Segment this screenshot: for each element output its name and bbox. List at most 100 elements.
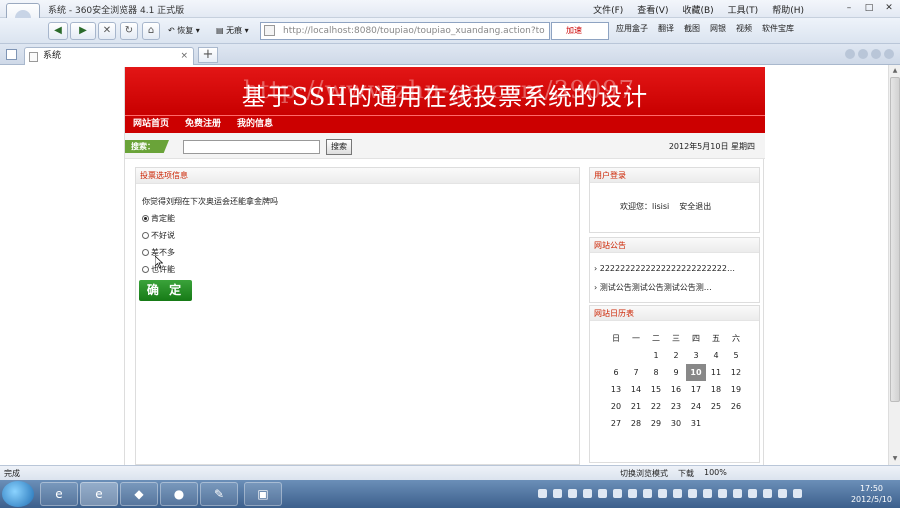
tray-icon[interactable]	[718, 489, 727, 498]
calendar-day-today[interactable]: 10	[686, 364, 706, 381]
scroll-up-icon[interactable]: ▲	[890, 66, 900, 76]
poll-option[interactable]: 肯定能	[142, 213, 175, 224]
tray-icon[interactable]	[763, 489, 772, 498]
notice-item[interactable]: › 测试公告测试公告测试公告测…	[594, 282, 712, 293]
360-browser-icon[interactable]: e	[80, 482, 118, 506]
calendar-day[interactable]: 4	[706, 347, 726, 364]
editor-icon[interactable]: ✎	[200, 482, 238, 506]
calendar-day[interactable]: 31	[686, 415, 706, 432]
nav-home[interactable]: 网站首页	[133, 116, 169, 133]
tray-icon[interactable]	[598, 489, 607, 498]
menu-favorites[interactable]: 收藏(B)	[682, 3, 713, 16]
stop-button[interactable]: ✕	[98, 22, 116, 40]
calendar-day[interactable]: 8	[646, 364, 666, 381]
radio-button[interactable]	[142, 266, 149, 273]
calendar-day[interactable]: 17	[686, 381, 706, 398]
tab-nav-icon[interactable]	[845, 49, 855, 59]
tray-icon[interactable]	[688, 489, 697, 498]
paint-icon[interactable]: ◆	[120, 482, 158, 506]
calendar-day[interactable]: 21	[626, 398, 646, 415]
calendar-day[interactable]: 11	[706, 364, 726, 381]
radio-button[interactable]	[142, 249, 149, 256]
tray-icon[interactable]	[778, 489, 787, 498]
calendar-day[interactable]: 15	[646, 381, 666, 398]
new-tab-button[interactable]: +	[198, 47, 218, 63]
search-button[interactable]: 搜索	[326, 139, 352, 155]
scroll-down-icon[interactable]: ▼	[890, 454, 900, 464]
tray-icon[interactable]	[703, 489, 712, 498]
sidebar-toggle-icon[interactable]	[6, 49, 17, 60]
screenshot-button[interactable]: 截图	[684, 23, 700, 34]
tray-icon[interactable]	[748, 489, 757, 498]
calendar-day[interactable]: 24	[686, 398, 706, 415]
translate-button[interactable]: 翻译	[658, 23, 674, 34]
tray-icon[interactable]	[538, 489, 547, 498]
zoom-level[interactable]: 100%	[704, 468, 727, 479]
calendar-day[interactable]: 12	[726, 364, 746, 381]
menu-help[interactable]: 帮助(H)	[772, 3, 804, 16]
calendar-day[interactable]: 20	[606, 398, 626, 415]
tray-icon[interactable]	[733, 489, 742, 498]
submit-vote-button[interactable]: 确 定	[139, 280, 192, 301]
forward-button[interactable]: ▶	[70, 22, 96, 40]
ie-icon[interactable]: e	[40, 482, 78, 506]
tray-icon[interactable]	[658, 489, 667, 498]
calendar-day[interactable]: 19	[726, 381, 746, 398]
download-button[interactable]: 下载	[678, 468, 694, 479]
software-store-button[interactable]: 软件宝库	[762, 23, 794, 34]
tray-icon[interactable]	[613, 489, 622, 498]
calendar-day[interactable]: 28	[626, 415, 646, 432]
calendar-day[interactable]: 13	[606, 381, 626, 398]
calendar-day[interactable]: 30	[666, 415, 686, 432]
scroll-thumb[interactable]	[890, 77, 900, 402]
switch-mode-button[interactable]: 切换浏览模式	[620, 468, 668, 479]
tab-system[interactable]: 系统 ×	[24, 47, 194, 65]
tray-icon[interactable]	[628, 489, 637, 498]
radio-button[interactable]	[142, 215, 149, 222]
calendar-day[interactable]: 16	[666, 381, 686, 398]
tab-nav-icon[interactable]	[884, 49, 894, 59]
back-button[interactable]: ◀	[48, 22, 68, 40]
calendar-day[interactable]: 14	[626, 381, 646, 398]
calendar-day[interactable]: 27	[606, 415, 626, 432]
tab-nav-icon[interactable]	[871, 49, 881, 59]
system-clock[interactable]: 17:50 2012/5/10	[851, 483, 892, 505]
logout-link[interactable]: 安全退出	[679, 201, 711, 212]
tray-icon[interactable]	[643, 489, 652, 498]
tray-icon[interactable]	[568, 489, 577, 498]
menu-view[interactable]: 查看(V)	[637, 3, 668, 16]
calendar-day[interactable]: 7	[626, 364, 646, 381]
start-menu-icon[interactable]	[2, 481, 34, 507]
calendar-day[interactable]: 6	[606, 364, 626, 381]
poll-option[interactable]: 不好说	[142, 230, 175, 241]
nav-register[interactable]: 免费注册	[185, 116, 221, 133]
calendar-day[interactable]: 26	[726, 398, 746, 415]
calendar-day[interactable]: 23	[666, 398, 686, 415]
tab-nav-icon[interactable]	[858, 49, 868, 59]
calendar-day[interactable]: 29	[646, 415, 666, 432]
calendar-day[interactable]: 9	[666, 364, 686, 381]
video-button[interactable]: 视频	[736, 23, 752, 34]
refresh-button[interactable]: ↻	[120, 22, 138, 40]
address-bar[interactable]: http://localhost:8080/toupiao/toupiao_xu…	[260, 22, 550, 40]
close-window-icon[interactable]: ✕	[882, 2, 896, 14]
restore-button[interactable]: ↶ 恢复 ▾	[168, 23, 200, 39]
no-trace-button[interactable]: ▤ 无痕 ▾	[216, 23, 249, 39]
calendar-day[interactable]: 3	[686, 347, 706, 364]
tray-icon[interactable]	[673, 489, 682, 498]
nav-my-info[interactable]: 我的信息	[237, 116, 273, 133]
minimize-icon[interactable]: –	[842, 2, 856, 14]
speedup-button[interactable]: 加速	[551, 22, 609, 40]
calendar-day[interactable]: 5	[726, 347, 746, 364]
calendar-day[interactable]: 2	[666, 347, 686, 364]
tool-icon[interactable]: ▣	[244, 482, 282, 506]
maximize-icon[interactable]: □	[862, 2, 876, 14]
calendar-day[interactable]: 1	[646, 347, 666, 364]
calendar-day[interactable]: 22	[646, 398, 666, 415]
online-banking-button[interactable]: 网银	[710, 23, 726, 34]
media-icon[interactable]: ●	[160, 482, 198, 506]
page-scrollbar[interactable]: ▲ ▼	[888, 65, 900, 465]
tray-icon[interactable]	[793, 489, 802, 498]
tray-icon[interactable]	[583, 489, 592, 498]
tab-close-icon[interactable]: ×	[180, 48, 188, 65]
